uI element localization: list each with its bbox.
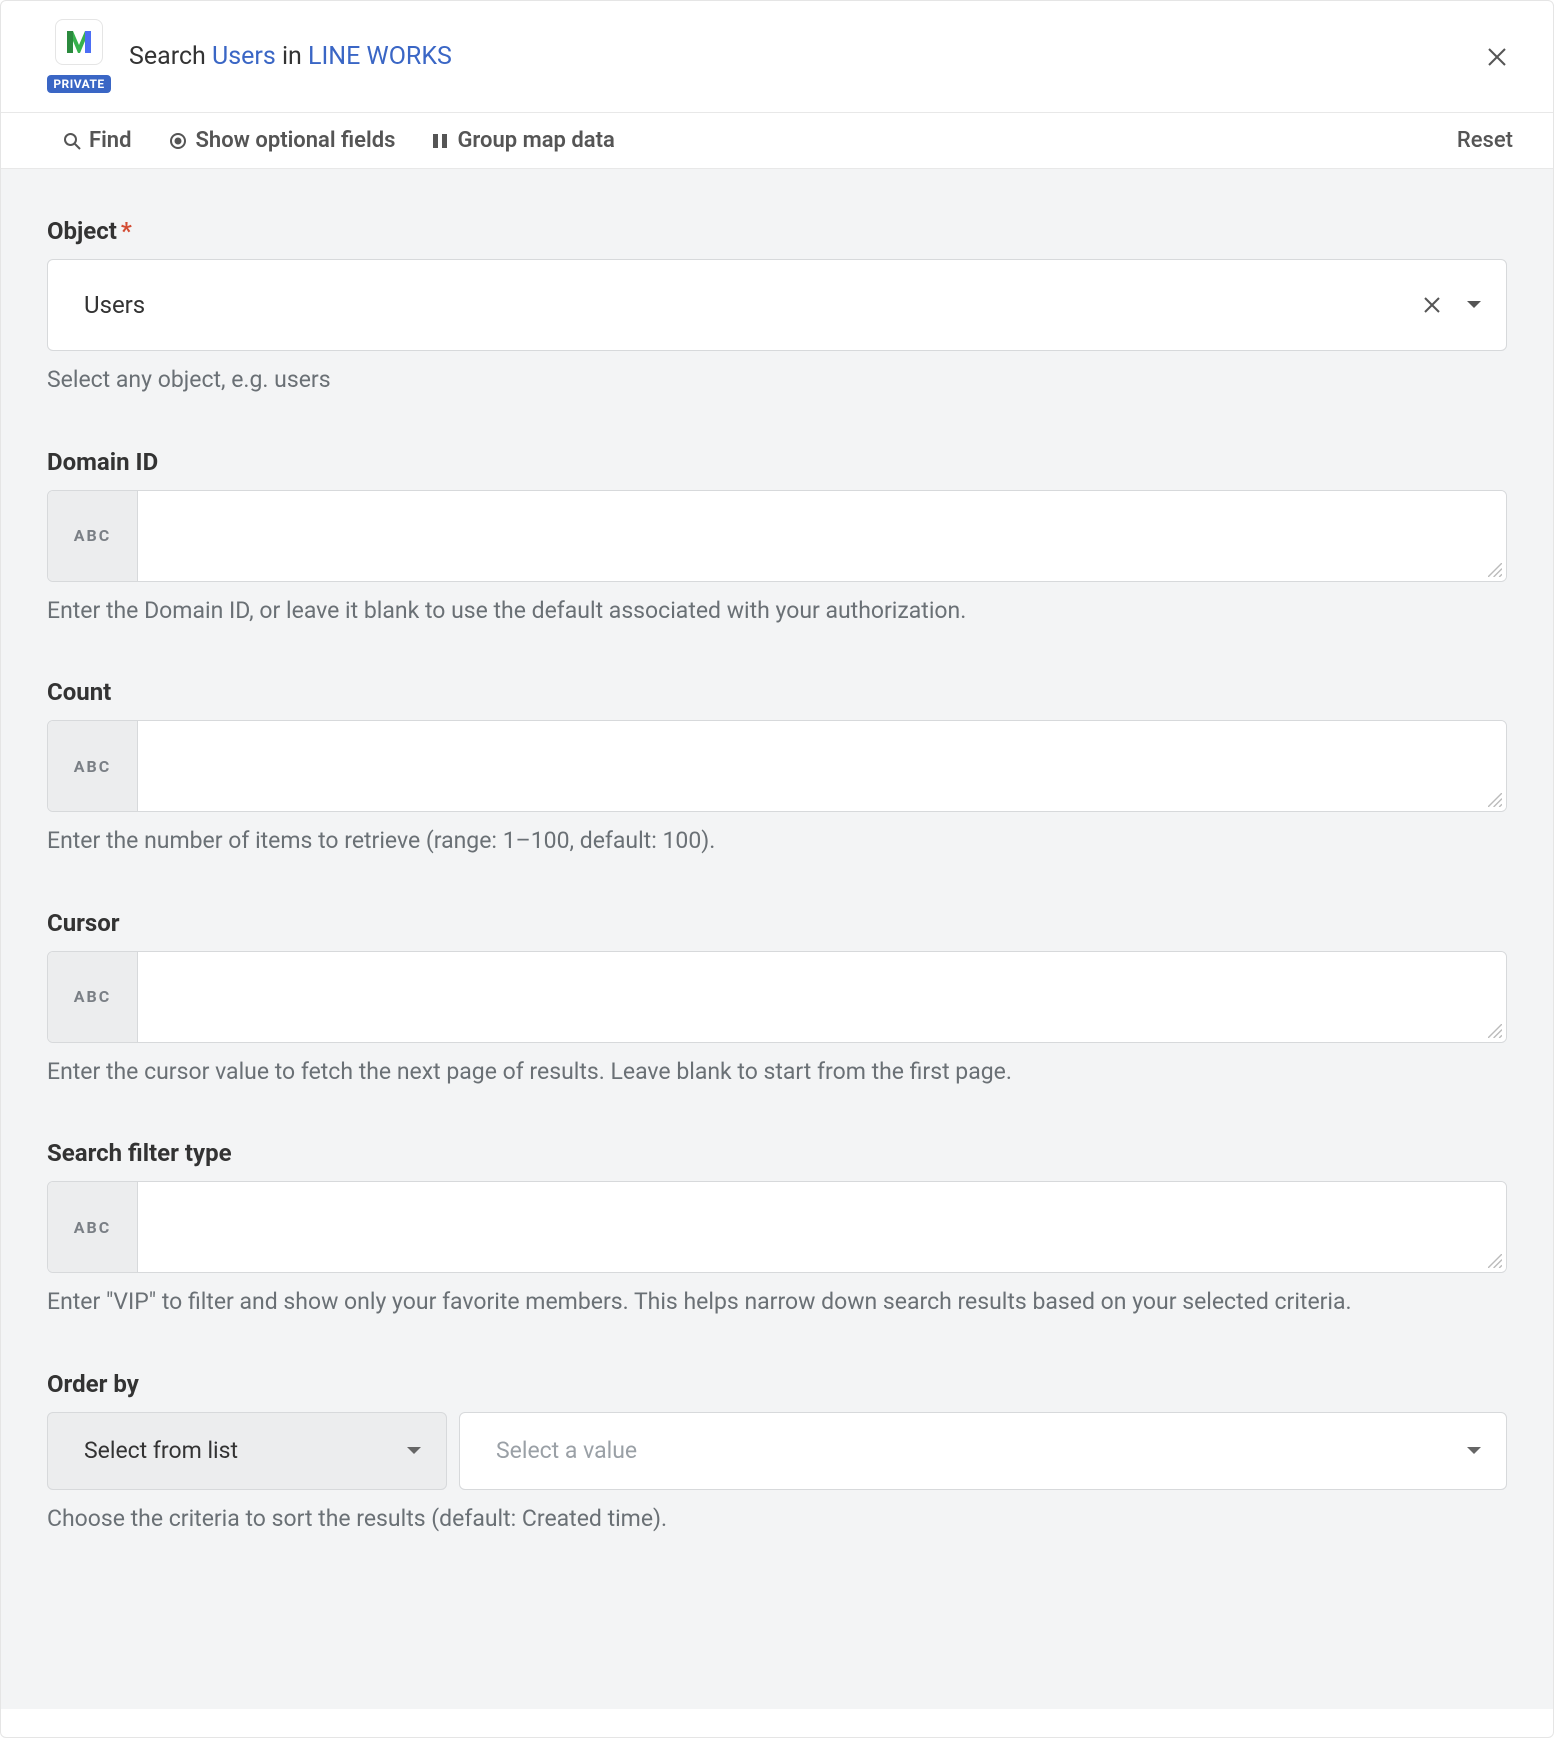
domain-id-input-row: ABC bbox=[47, 490, 1507, 582]
object-dropdown-button[interactable] bbox=[1466, 300, 1482, 310]
caret-down-icon bbox=[1466, 1446, 1482, 1456]
type-chip-abc[interactable]: ABC bbox=[48, 491, 138, 581]
search-filter-label: Search filter type bbox=[47, 1139, 1507, 1167]
private-badge: PRIVATE bbox=[47, 75, 110, 93]
object-clear-button[interactable] bbox=[1422, 295, 1442, 315]
domain-id-help: Enter the Domain ID, or leave it blank t… bbox=[47, 594, 1507, 629]
modal-title: Search Users in LINE WORKS bbox=[129, 42, 452, 71]
order-by-label: Order by bbox=[47, 1370, 1507, 1398]
modal-header: PRIVATE Search Users in LINE WORKS bbox=[1, 1, 1553, 113]
order-by-value-placeholder: Select a value bbox=[496, 1437, 1466, 1464]
lineworks-logo-icon bbox=[63, 27, 95, 57]
domain-id-label: Domain ID bbox=[47, 448, 1507, 476]
field-count: Count ABC Enter the number of items to r… bbox=[47, 678, 1507, 859]
cursor-input[interactable] bbox=[138, 952, 1506, 1042]
type-chip-abc[interactable]: ABC bbox=[48, 952, 138, 1042]
field-object: Object* Users Select bbox=[47, 217, 1507, 398]
cursor-input-row: ABC bbox=[47, 951, 1507, 1043]
find-action[interactable]: Find bbox=[63, 128, 132, 153]
order-by-mode-select[interactable]: Select from list bbox=[47, 1412, 447, 1490]
required-marker: * bbox=[121, 217, 132, 245]
count-input[interactable] bbox=[138, 721, 1506, 811]
config-modal: PRIVATE Search Users in LINE WORKS Find bbox=[0, 0, 1554, 1738]
object-label-text: Object bbox=[47, 217, 117, 245]
title-prefix: Search bbox=[129, 42, 206, 71]
field-order-by: Order by Select from list Select a value… bbox=[47, 1370, 1507, 1537]
search-icon bbox=[63, 132, 81, 150]
domain-id-input[interactable] bbox=[138, 491, 1506, 581]
reset-action[interactable]: Reset bbox=[1457, 128, 1513, 153]
cursor-label: Cursor bbox=[47, 909, 1507, 937]
close-button[interactable] bbox=[1481, 41, 1513, 73]
object-label: Object* bbox=[47, 217, 1507, 245]
order-by-mode-value: Select from list bbox=[84, 1437, 406, 1464]
group-map-action[interactable]: Group map data bbox=[431, 128, 614, 153]
show-optional-label: Show optional fields bbox=[196, 128, 396, 153]
title-app-link[interactable]: LINE WORKS bbox=[308, 42, 452, 71]
title-object-link[interactable]: Users bbox=[212, 42, 276, 71]
field-cursor: Cursor ABC Enter the cursor value to fet… bbox=[47, 909, 1507, 1090]
order-by-help: Choose the criteria to sort the results … bbox=[47, 1502, 1507, 1537]
show-optional-action[interactable]: Show optional fields bbox=[168, 128, 396, 153]
field-domain-id: Domain ID ABC Enter the Domain ID, or le… bbox=[47, 448, 1507, 629]
clear-icon bbox=[1422, 295, 1442, 315]
search-filter-help: Enter "VIP" to filter and show only your… bbox=[47, 1285, 1507, 1320]
form-body: Object* Users Select bbox=[1, 169, 1553, 1709]
object-value: Users bbox=[84, 291, 1422, 319]
count-input-row: ABC bbox=[47, 720, 1507, 812]
object-help: Select any object, e.g. users bbox=[47, 363, 1507, 398]
title-mid: in bbox=[282, 42, 302, 71]
order-by-value-select[interactable]: Select a value bbox=[459, 1412, 1507, 1490]
cursor-help: Enter the cursor value to fetch the next… bbox=[47, 1055, 1507, 1090]
caret-down-icon bbox=[406, 1446, 422, 1456]
type-chip-abc[interactable]: ABC bbox=[48, 721, 138, 811]
search-filter-input-row: ABC bbox=[47, 1181, 1507, 1273]
find-label: Find bbox=[89, 128, 132, 153]
search-filter-input[interactable] bbox=[138, 1182, 1506, 1272]
toolbar: Find Show optional fields Group map data… bbox=[1, 113, 1553, 169]
field-search-filter: Search filter type ABC Enter "VIP" to fi… bbox=[47, 1139, 1507, 1320]
group-map-icon bbox=[431, 132, 449, 150]
type-chip-abc[interactable]: ABC bbox=[48, 1182, 138, 1272]
count-help: Enter the number of items to retrieve (r… bbox=[47, 824, 1507, 859]
eye-icon bbox=[168, 131, 188, 151]
count-label: Count bbox=[47, 678, 1507, 706]
group-map-label: Group map data bbox=[457, 128, 614, 153]
close-icon bbox=[1485, 45, 1509, 69]
app-icon-block: PRIVATE bbox=[47, 19, 111, 94]
app-icon bbox=[55, 19, 103, 65]
object-select[interactable]: Users bbox=[47, 259, 1507, 351]
caret-down-icon bbox=[1466, 300, 1482, 310]
